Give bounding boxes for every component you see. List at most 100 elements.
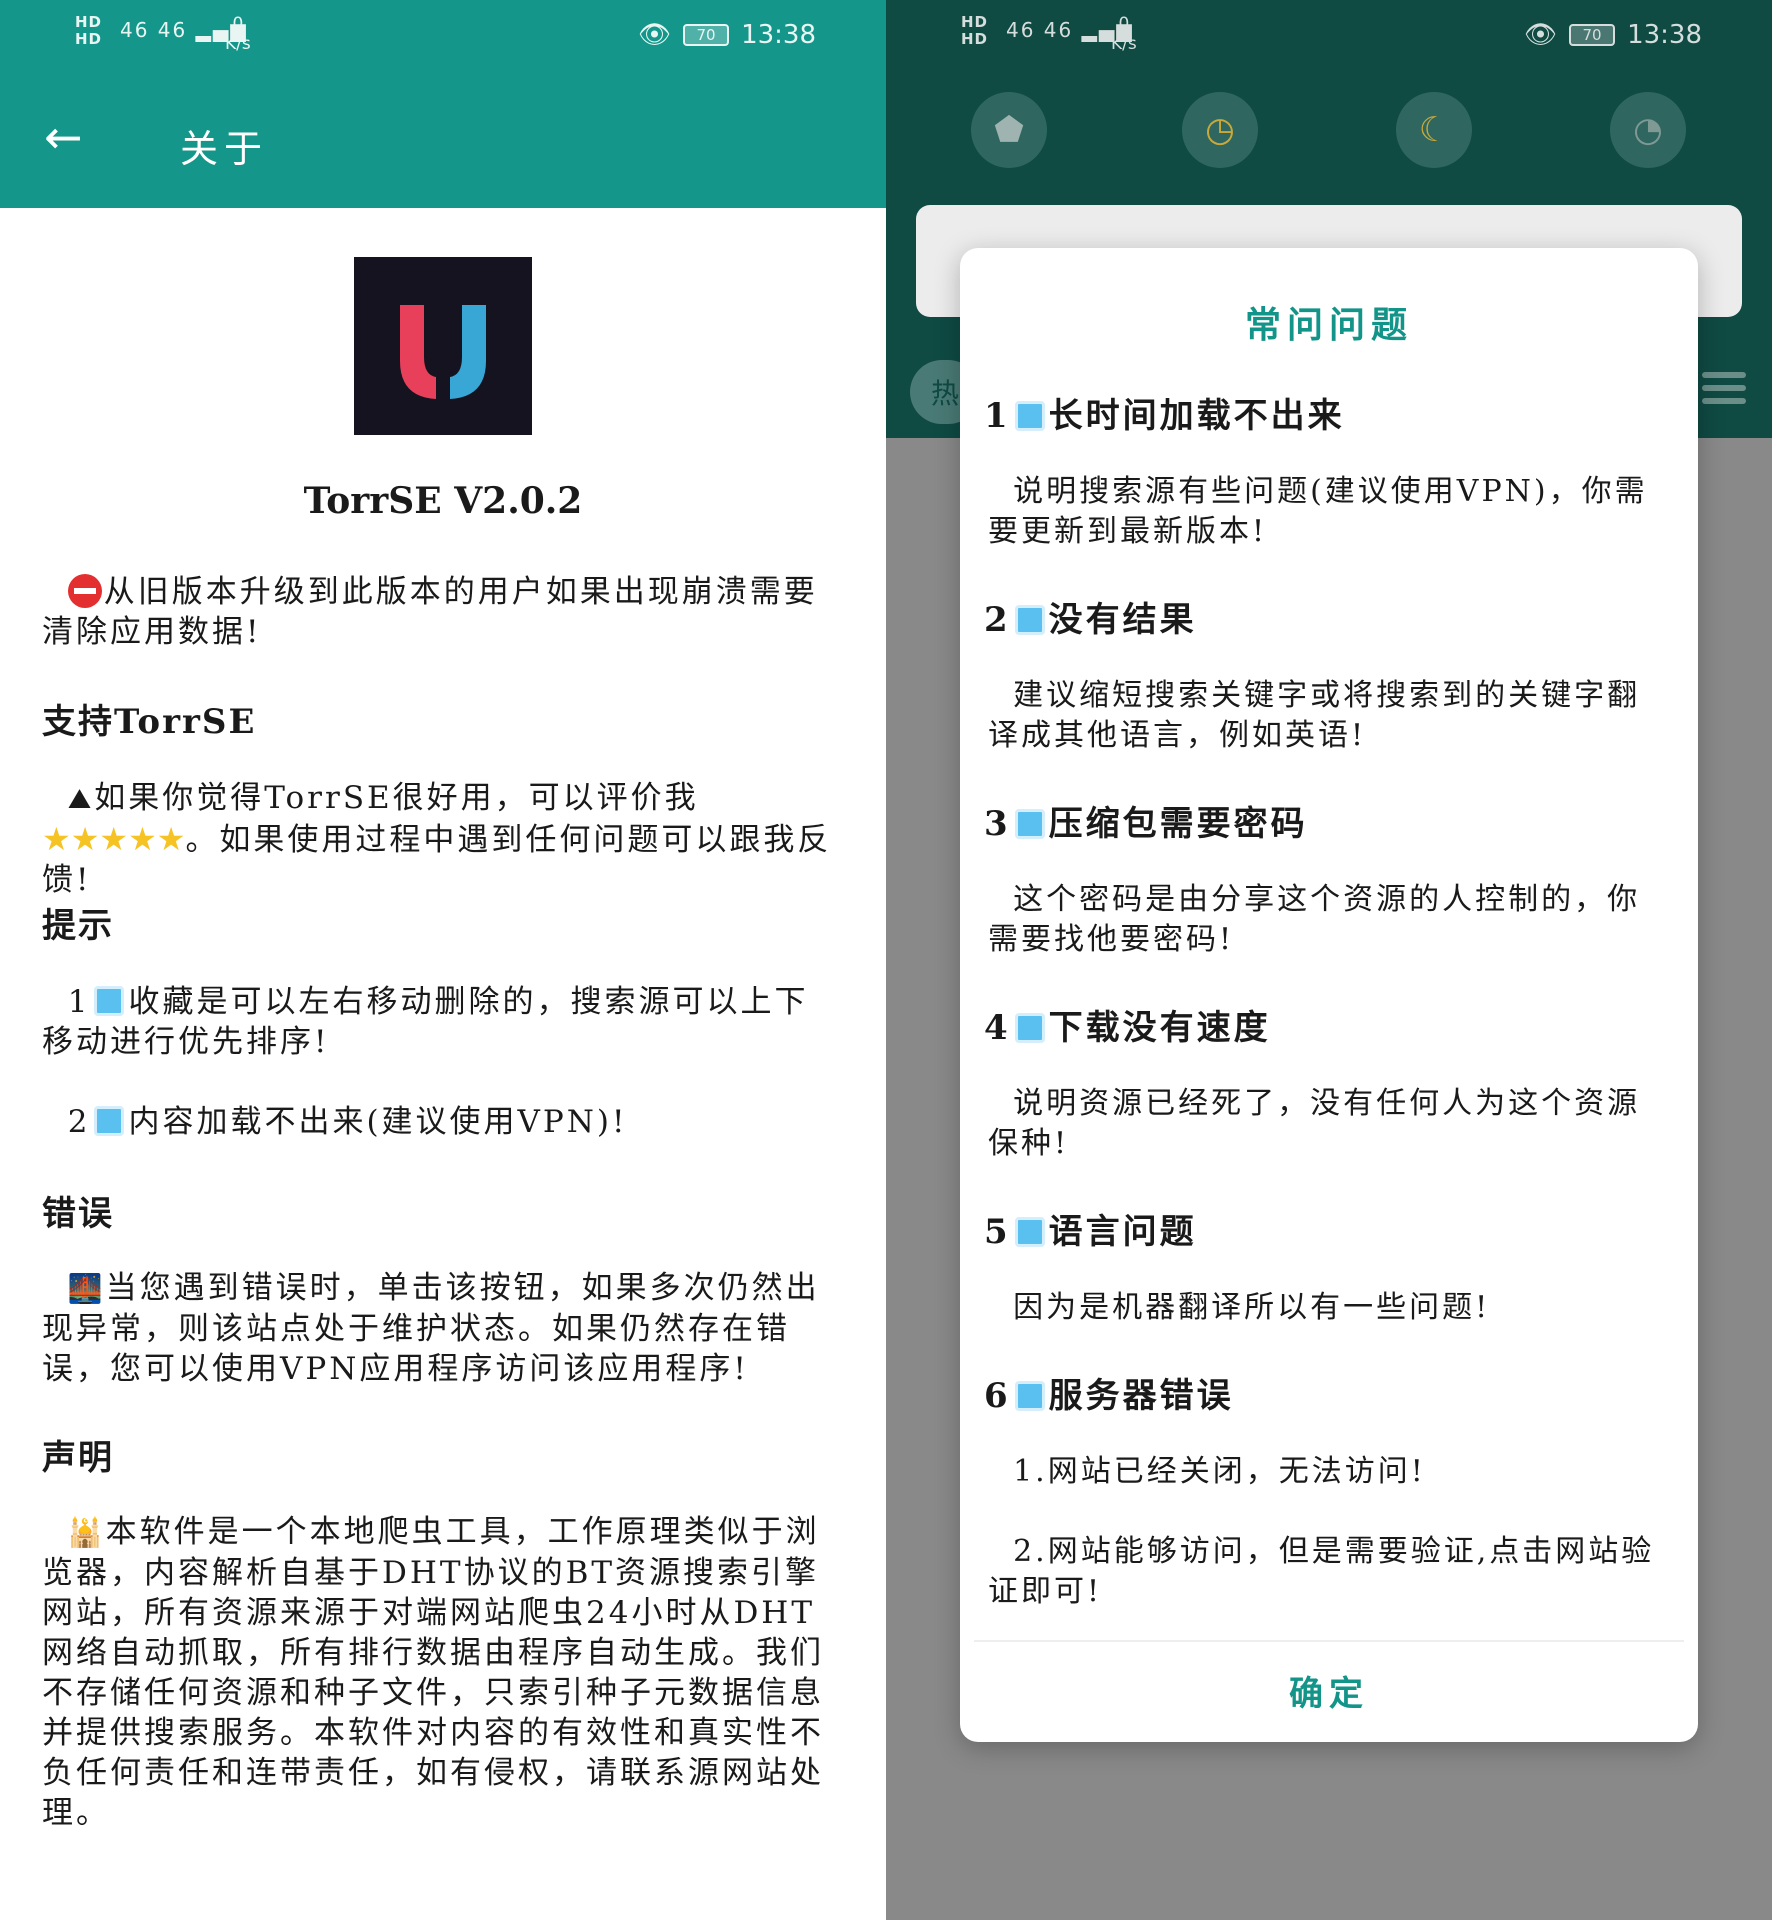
moon-cloud-icon[interactable]: ☾: [1396, 92, 1472, 168]
menu-icon[interactable]: [1702, 372, 1746, 412]
eye-comfort-icon: 👁: [1524, 20, 1558, 50]
tip-2-number: 2: [67, 1104, 91, 1140]
blue-square-icon: [1014, 809, 1045, 839]
network-type: 46 46: [1006, 18, 1074, 42]
faq-item-title-text: 语言问题: [1048, 1212, 1197, 1252]
support-text-a: 如果你觉得TorrSE很好用，可以评价我: [94, 780, 699, 816]
faq-item-2-title: 2 没有结果: [984, 592, 1197, 641]
faq-item-3-title: 3 压缩包需要密码: [984, 796, 1308, 845]
faq-dialog: 常问问题 1 长时间加载不出来 说明搜索源有些问题(建议使用VPN)，你需要更新到…: [960, 248, 1698, 1742]
status-bar: HD HD 46 46 ▂▄▆ 0 K/s 👁 70 13:38: [0, 0, 886, 70]
top-nav: ⬟ ◷ ☾ ◔: [886, 92, 1772, 182]
tip-1: 1 收藏是可以左右移动删除的，搜索源可以上下移动进行优先排序!: [42, 982, 842, 1062]
sim-indicator: HD HD: [961, 14, 988, 48]
faq-item-text: 说明搜索源有些问题(建议使用VPN)，你需要更新到最新版本!: [988, 474, 1648, 549]
net-speed-unit: K/s: [225, 34, 251, 54]
star-icon: ★: [128, 820, 157, 858]
dialog-divider: [974, 1640, 1684, 1642]
faq-item-title-text: 服务器错误: [1048, 1376, 1234, 1416]
blue-square-icon: [1014, 1381, 1045, 1411]
no-entry-icon: [67, 574, 102, 608]
status-right: 👁 70 13:38: [1524, 20, 1702, 50]
faq-item-number: 4: [984, 1008, 1011, 1048]
bridge-at-night-icon: 🌉: [67, 1272, 106, 1305]
faq-item-text: 因为是机器翻译所以有一些问题!: [1013, 1290, 1491, 1325]
ok-button[interactable]: 确定: [960, 1666, 1698, 1715]
battery-icon: 70: [1569, 24, 1616, 46]
faq-item-1-text: 说明搜索源有些问题(建议使用VPN)，你需要更新到最新版本!: [988, 472, 1660, 552]
net-speed-unit: K/s: [1111, 34, 1137, 54]
app-name-version: TorrSE V2.0.2: [303, 480, 583, 522]
faq-item-6-text-2: 2.网站能够访问，但是需要验证,点击网站验证即可!: [988, 1532, 1660, 1612]
blue-square-icon: [1014, 605, 1045, 635]
sim2-label: HD: [961, 30, 989, 48]
tip-2-text: 内容加载不出来(建议使用VPN)!: [128, 1104, 628, 1140]
net-speed-value: 0: [1118, 14, 1130, 34]
faq-item-text: 1.网站已经关闭，无法访问!: [1013, 1454, 1426, 1489]
statement-text: 🕌本软件是一个本地爬虫工具，工作原理类似于浏览器，内容解析自基于DHT协议的BT…: [42, 1512, 842, 1833]
clock-time: 13:38: [1627, 20, 1702, 50]
faq-item-number: 3: [984, 804, 1011, 844]
faq-item-6-title: 6 服务器错误: [984, 1368, 1234, 1417]
sim-indicator: HD HD: [75, 14, 102, 48]
battery-level: 70: [1582, 26, 1602, 44]
page-title: 关于: [180, 127, 269, 171]
faq-item-4-title: 4 下载没有速度: [984, 1000, 1271, 1049]
tab-hot-label: 热: [930, 377, 959, 410]
statement-text-body: 本软件是一个本地爬虫工具，工作原理类似于浏览器，内容解析自基于DHT协议的BT资…: [42, 1514, 824, 1831]
battery-icon: 70: [683, 24, 730, 46]
faq-item-title-text: 长时间加载不出来: [1048, 396, 1345, 436]
net-speed-value: 0: [232, 14, 244, 34]
sim2-label: HD: [75, 30, 103, 48]
tip-1-text: 收藏是可以左右移动删除的，搜索源可以上下移动进行优先排序!: [42, 984, 809, 1060]
faq-item-6-text: 1.网站已经关闭，无法访问!: [988, 1452, 1660, 1492]
faq-item-text: 这个密码是由分享这个资源的人控制的，你需要找他要密码!: [988, 882, 1641, 957]
faq-item-text: 建议缩短搜索关键字或将搜索到的关键字翻译成其他语言，例如英语!: [988, 678, 1641, 753]
faq-item-5-text: 因为是机器翻译所以有一些问题!: [988, 1288, 1660, 1328]
arrow-left-icon[interactable]: ←: [44, 112, 94, 162]
sim1-label: HD: [961, 13, 989, 31]
faq-item-number: 6: [984, 1376, 1011, 1416]
star-icon: ★: [99, 820, 129, 858]
faq-item-3-text: 这个密码是由分享这个资源的人控制的，你需要找他要密码!: [988, 880, 1660, 960]
faq-item-2-text: 建议缩短搜索关键字或将搜索到的关键字翻译成其他语言，例如英语!: [988, 676, 1660, 756]
faq-item-5-title: 5 语言问题: [984, 1204, 1197, 1253]
faq-item-title-text: 压缩包需要密码: [1048, 804, 1308, 844]
blue-square-icon: [1014, 1217, 1045, 1247]
statement-heading: 声明: [42, 1438, 114, 1478]
error-text-body: 当您遇到错误时，单击该按钮，如果多次仍然出现异常，则该站点处于维护状态。如果仍然…: [42, 1270, 820, 1387]
upgrade-warning-text: 从旧版本升级到此版本的用户如果出现崩溃需要清除应用数据!: [42, 574, 818, 650]
faq-item-1-title: 1 长时间加载不出来: [984, 388, 1345, 437]
landscape-icon: ⛰: [67, 782, 95, 815]
blue-square-icon: [94, 986, 125, 1016]
faq-item-number: 1: [984, 396, 1011, 436]
sim1-label: HD: [75, 13, 103, 31]
about-app-bar: HD HD 46 46 ▂▄▆ 0 K/s 👁 70 13:38 ← 关于: [0, 0, 886, 208]
status-right: 👁 70 13:38: [638, 20, 816, 50]
blue-square-icon: [94, 1106, 125, 1136]
about-screen: HD HD 46 46 ▂▄▆ 0 K/s 👁 70 13:38 ← 关于 To…: [0, 0, 886, 1920]
star-icon: ★: [42, 820, 71, 858]
upgrade-warning: 从旧版本升级到此版本的用户如果出现崩溃需要清除应用数据!: [42, 572, 842, 652]
clock-time: 13:38: [741, 20, 816, 50]
faq-item-number: 2: [984, 600, 1011, 640]
tips-heading: 提示: [42, 906, 114, 946]
faq-item-text: 2.网站能够访问，但是需要验证,点击网站验证即可!: [988, 1534, 1655, 1609]
net-speed: 0 K/s: [1111, 14, 1137, 54]
u-logo-icon: [400, 305, 486, 399]
faq-title: 常问问题: [1244, 304, 1413, 346]
clock-icon[interactable]: ◷: [1182, 92, 1258, 168]
faq-item-number: 5: [984, 1212, 1011, 1252]
badge-icon[interactable]: ⬟: [971, 92, 1047, 168]
star-icon: ★: [70, 820, 100, 858]
status-bar: HD HD 46 46 ▂▄▆ 0 K/s 👁 70 13:38: [886, 0, 1772, 70]
faq-item-4-text: 说明资源已经死了，没有任何人为这个资源保种!: [988, 1084, 1660, 1164]
support-text: ⛰如果你觉得TorrSE很好用，可以评价我★★★★★。如果使用过程中遇到任何问题…: [42, 778, 842, 900]
star-icon: ★: [156, 820, 186, 858]
eye-comfort-icon: 👁: [638, 20, 672, 50]
error-heading: 错误: [42, 1194, 114, 1234]
network-type: 46 46: [120, 18, 188, 42]
faq-item-title-text: 没有结果: [1048, 600, 1197, 640]
rss-icon[interactable]: ◔: [1610, 92, 1686, 168]
faq-item-text: 说明资源已经死了，没有任何人为这个资源保种!: [988, 1086, 1641, 1161]
